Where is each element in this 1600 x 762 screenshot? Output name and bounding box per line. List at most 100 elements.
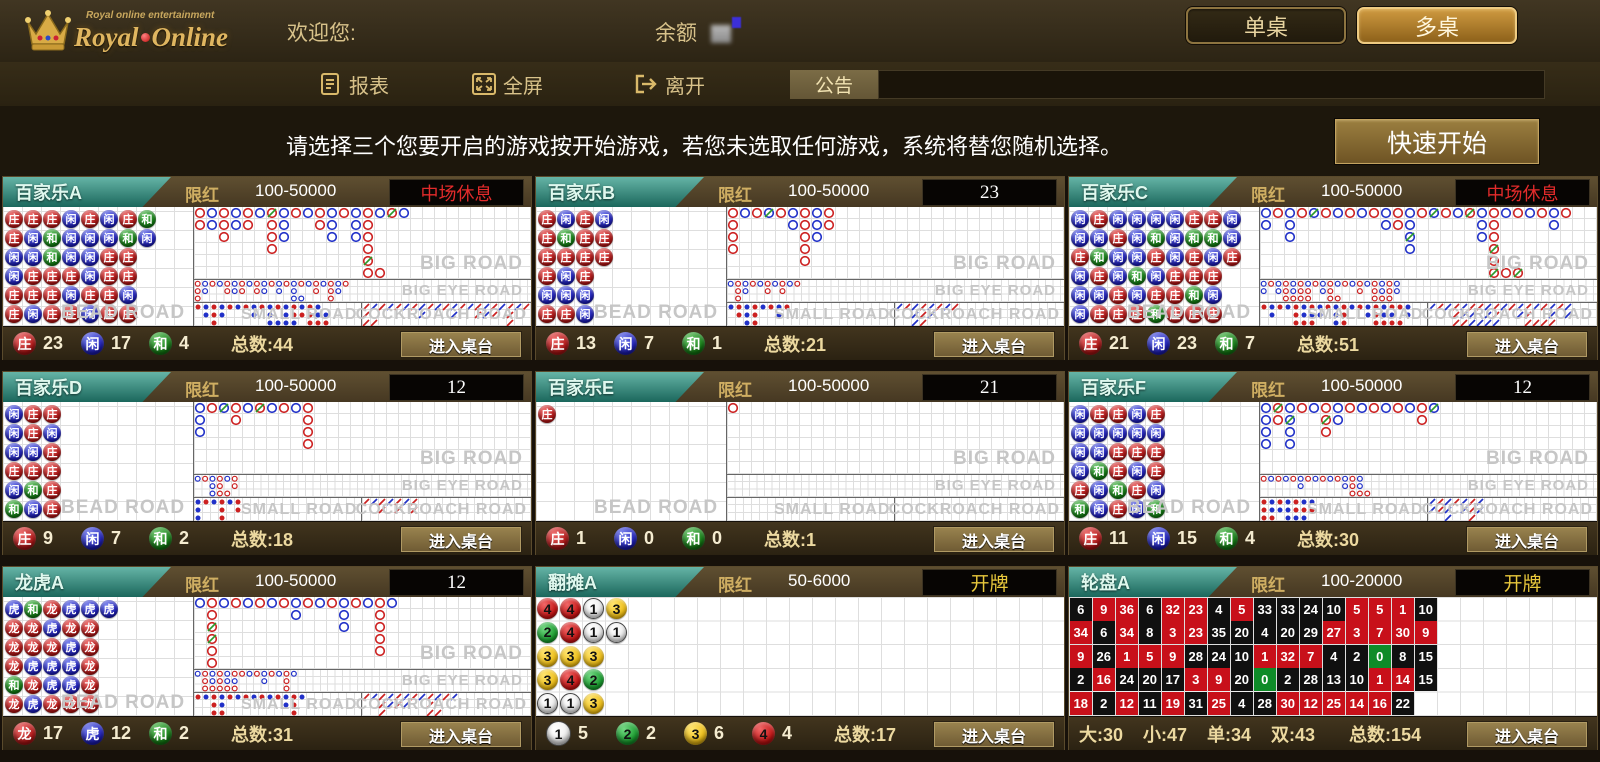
stat-count: 11 <box>1109 528 1131 549</box>
report-menu-item[interactable]: 报表 <box>320 69 389 99</box>
bead: 庄 <box>1128 305 1146 323</box>
single-table-button[interactable]: 单桌 <box>1186 7 1346 44</box>
limit-value: 100-50000 <box>255 376 336 396</box>
roulette-number: 26 <box>1093 645 1116 668</box>
stat-双: 双:43 <box>1271 721 1315 747</box>
bead: 和 <box>1090 248 1108 266</box>
bead: 闲 <box>1223 210 1241 228</box>
fullscreen-menu-item[interactable]: 全屏 <box>472 69 543 99</box>
bead: 闲 <box>1071 405 1089 423</box>
table-panel-baccarat[interactable]: 百家乐B 限红 100-50000 23 庄闲庄闲庄和庄庄庄庄庄庄庄闲庄闲闲闲庄… <box>535 176 1065 360</box>
roulette-number: 19 <box>1162 692 1185 715</box>
big-eye-road <box>194 280 531 302</box>
fantan-bead: 1 <box>606 622 627 643</box>
limit-label: 限红 <box>718 181 752 206</box>
enter-table-button[interactable]: 进入桌台 <box>400 331 522 358</box>
bead: 庄 <box>557 305 575 323</box>
stat-badge: 闲 <box>81 332 104 355</box>
table-header: 轮盘A 限红 100-20000 开牌 <box>1069 567 1597 597</box>
multi-table-button[interactable]: 多桌 <box>1357 7 1517 44</box>
bead-plate: 闲庄庄闲庄闲闲闲闲闲闲闲庄庄庄闲和庄闲庄庄闲和庄闲和闲庄闲和 <box>1069 402 1259 521</box>
bead: 闲 <box>1090 229 1108 247</box>
table-name: 百家乐E <box>548 374 614 400</box>
bead: 庄 <box>1204 267 1222 285</box>
big-road <box>727 402 1064 474</box>
enter-table-button[interactable]: 进入桌台 <box>1466 331 1588 358</box>
total-count: 总数:30 <box>1297 526 1359 552</box>
enter-table-button[interactable]: 进入桌台 <box>1466 526 1588 553</box>
table-panel-baccarat[interactable]: 百家乐E 限红 100-50000 21 庄BEAD ROADBIG ROADB… <box>535 371 1065 555</box>
table-panel-fantan[interactable]: 翻摊A 限红 50-6000 开牌 44132411333342113 1522… <box>535 566 1065 750</box>
bead: 虎 <box>5 600 23 618</box>
stat-count: 15 <box>1177 528 1199 549</box>
roulette-number: 15 <box>1415 668 1438 691</box>
roulette-number: 4 <box>1208 598 1231 621</box>
table-panel-roulette[interactable]: 轮盘A 限红 100-20000 开牌 69366322345333324105… <box>1068 566 1598 750</box>
status-box: 开牌 <box>922 569 1057 596</box>
roulette-number: 11 <box>1139 692 1162 715</box>
table-panel-baccarat[interactable]: 百家乐D 限红 100-50000 12 闲庄庄闲庄闲闲闲庄庄庄庄闲和庄和闲庄B… <box>2 371 532 555</box>
enter-table-button[interactable]: 进入桌台 <box>1466 721 1588 748</box>
stats-bar: 15223644总数:17 进入桌台 <box>536 716 1064 750</box>
bead: 庄 <box>538 210 556 228</box>
bead: 庄 <box>81 210 99 228</box>
roulette-number: 27 <box>1323 621 1346 644</box>
roulette-number: 6 <box>1093 621 1116 644</box>
status-text: 12 <box>447 572 466 594</box>
bead: 和 <box>5 500 23 518</box>
bead: 闲 <box>1090 500 1108 518</box>
total-count: 总数:21 <box>764 331 826 357</box>
bead: 和 <box>1185 286 1203 304</box>
enter-table-button[interactable]: 进入桌台 <box>400 526 522 553</box>
bead: 和 <box>1071 500 1089 518</box>
bead: 庄 <box>1147 443 1165 461</box>
bead: 龙 <box>81 695 99 713</box>
bead: 闲 <box>1090 286 1108 304</box>
status-box: 12 <box>1455 374 1590 401</box>
bead: 龙 <box>5 657 23 675</box>
table-panel-baccarat[interactable]: 百家乐F 限红 100-50000 12 闲庄庄闲庄闲闲闲闲闲闲闲庄庄庄闲和庄闲… <box>1068 371 1598 555</box>
bead: 庄 <box>576 229 594 247</box>
bead: 龙 <box>62 619 80 637</box>
top-header: Royal online entertainment RoyalOnline 欢… <box>0 0 1600 62</box>
stat-badge: 和 <box>1215 527 1238 550</box>
bead: 闲 <box>1128 286 1146 304</box>
total-count: 总数:17 <box>834 721 896 747</box>
bead: 闲 <box>5 443 23 461</box>
limit-label: 限红 <box>1251 571 1285 596</box>
roulette-number: 10 <box>1231 645 1254 668</box>
roulette-number: 9 <box>1093 598 1116 621</box>
table-header: 龙虎A 限红 100-50000 12 <box>3 567 531 597</box>
enter-table-button[interactable]: 进入桌台 <box>933 526 1055 553</box>
bead: 闲 <box>1166 210 1184 228</box>
enter-table-button[interactable]: 进入桌台 <box>933 331 1055 358</box>
big-road <box>727 207 1064 279</box>
bead: 闲 <box>24 443 42 461</box>
status-text: 中场休息 <box>1487 180 1559 206</box>
cockroach-road <box>362 693 531 716</box>
roulette-number: 28 <box>1185 645 1208 668</box>
leave-menu-item[interactable]: 离开 <box>634 69 705 99</box>
stat-badge: 闲 <box>614 527 637 550</box>
stat-count: 4 <box>782 723 804 744</box>
bead-plate: 庄闲庄闲庄和庄庄庄庄庄庄庄闲庄闲闲闲庄庄闲 <box>536 207 726 326</box>
bead: 庄 <box>595 229 613 247</box>
roulette-number: 32 <box>1162 598 1185 621</box>
bead: 庄 <box>1109 286 1127 304</box>
roulette-number: 25 <box>1208 692 1231 715</box>
bead: 龙 <box>81 619 99 637</box>
bead: 闲 <box>62 229 80 247</box>
bead: 龙 <box>24 638 42 656</box>
enter-table-button[interactable]: 进入桌台 <box>933 721 1055 748</box>
table-panel-dragon-tiger[interactable]: 龙虎A 限红 100-50000 12 虎和龙虎虎虎龙龙虎龙龙龙龙龙虎龙龙虎虎虎… <box>2 566 532 750</box>
table-panel-baccarat[interactable]: 百家乐C 限红 100-50000 中场休息 闲庄闲闲闲闲庄庄闲闲闲庄闲和闲和和… <box>1068 176 1598 360</box>
roulette-number: 5 <box>1231 598 1254 621</box>
stat-count: 17 <box>111 333 133 354</box>
roadmap-area: 庄闲庄闲庄和庄庄庄庄庄庄庄闲庄闲闲闲庄庄闲BEAD ROADBIG ROADBI… <box>536 207 1064 326</box>
roulette-number: 1 <box>1116 645 1139 668</box>
total-count: 总数:44 <box>231 331 293 357</box>
quick-start-button[interactable]: 快速开始 <box>1335 119 1539 164</box>
bead: 闲 <box>1071 210 1089 228</box>
enter-table-button[interactable]: 进入桌台 <box>400 721 522 748</box>
table-panel-baccarat[interactable]: 百家乐A 限红 100-50000 中场休息 庄庄庄闲庄闲庄和庄闲和闲闲闲和闲闲… <box>2 176 532 360</box>
